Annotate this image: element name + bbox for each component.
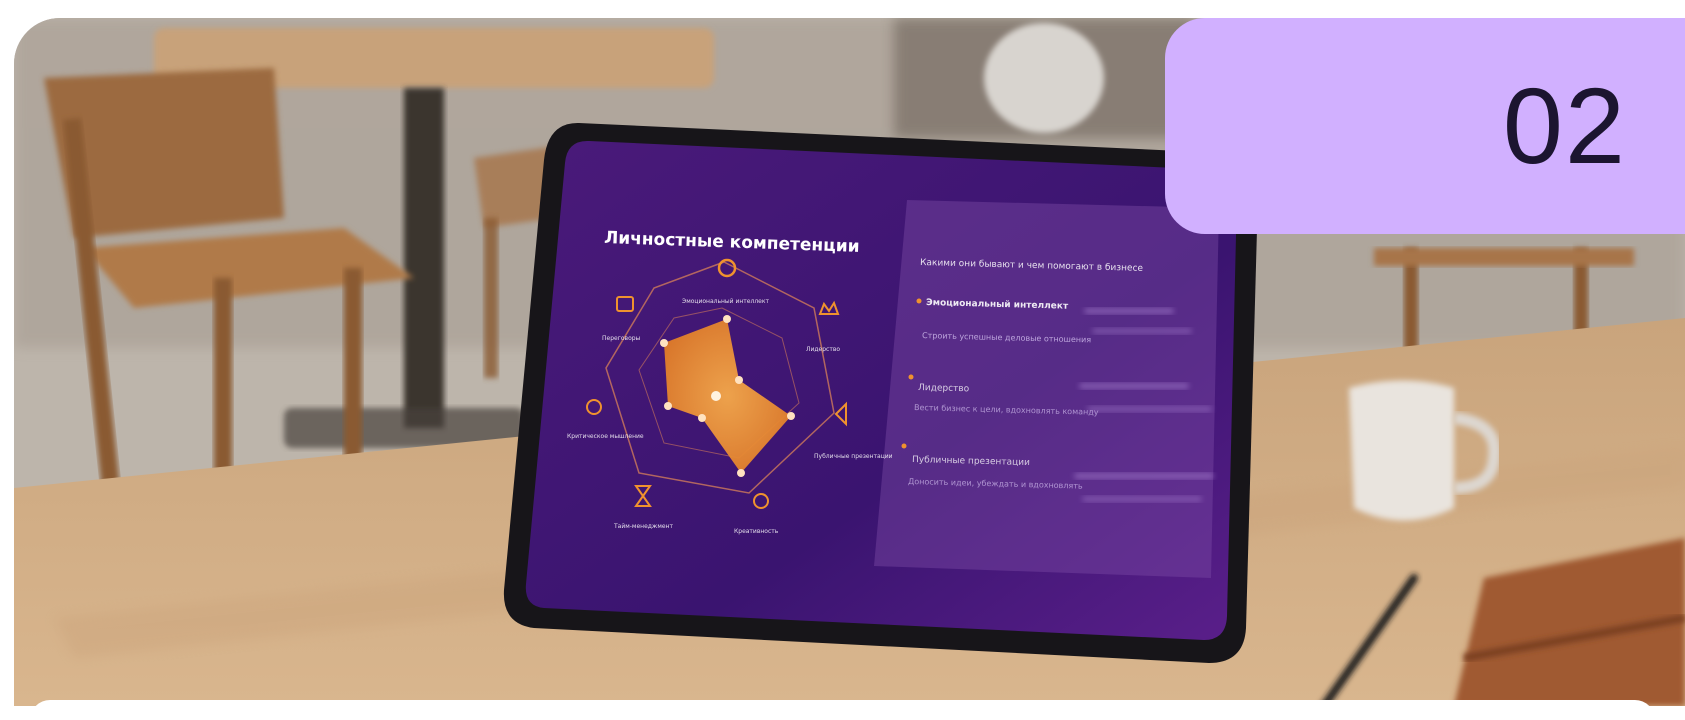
radar-label-right: Публичные презентации — [814, 453, 893, 460]
blurred-text-line — [1087, 406, 1212, 412]
radar-point — [737, 469, 745, 477]
radar-label-top-right: Лидерство — [806, 346, 840, 353]
bullet-title: Лидерство — [918, 383, 970, 394]
radar-center — [711, 391, 721, 401]
radar-label-left: Критическое мышление — [567, 433, 644, 440]
radar-label-bottom-left: Тайм-менеджмент — [613, 523, 673, 530]
radar-label-top: Эмоциональный интеллект — [682, 298, 769, 305]
step-number: 02 — [1502, 65, 1627, 186]
bullet-marker — [916, 298, 922, 304]
radar-point — [698, 414, 706, 422]
blurred-text-line — [1084, 308, 1174, 314]
blurred-text-line — [1074, 473, 1214, 479]
bottom-card-edge — [30, 700, 1655, 720]
radar-point — [723, 315, 731, 323]
radar-label-bottom-right: Креативность — [734, 528, 779, 535]
radar-label-top-left: Переговоры — [602, 335, 641, 342]
blurred-text-line — [1082, 496, 1202, 502]
radar-point — [664, 402, 672, 410]
radar-point — [787, 412, 795, 420]
bullet-marker — [908, 374, 914, 380]
radar-point — [660, 339, 668, 347]
bullet-marker — [901, 443, 907, 449]
radar-point — [735, 376, 743, 384]
step-number-badge: 02 — [1165, 18, 1685, 234]
blurred-text-line — [1079, 383, 1189, 389]
blurred-text-line — [1092, 328, 1192, 334]
